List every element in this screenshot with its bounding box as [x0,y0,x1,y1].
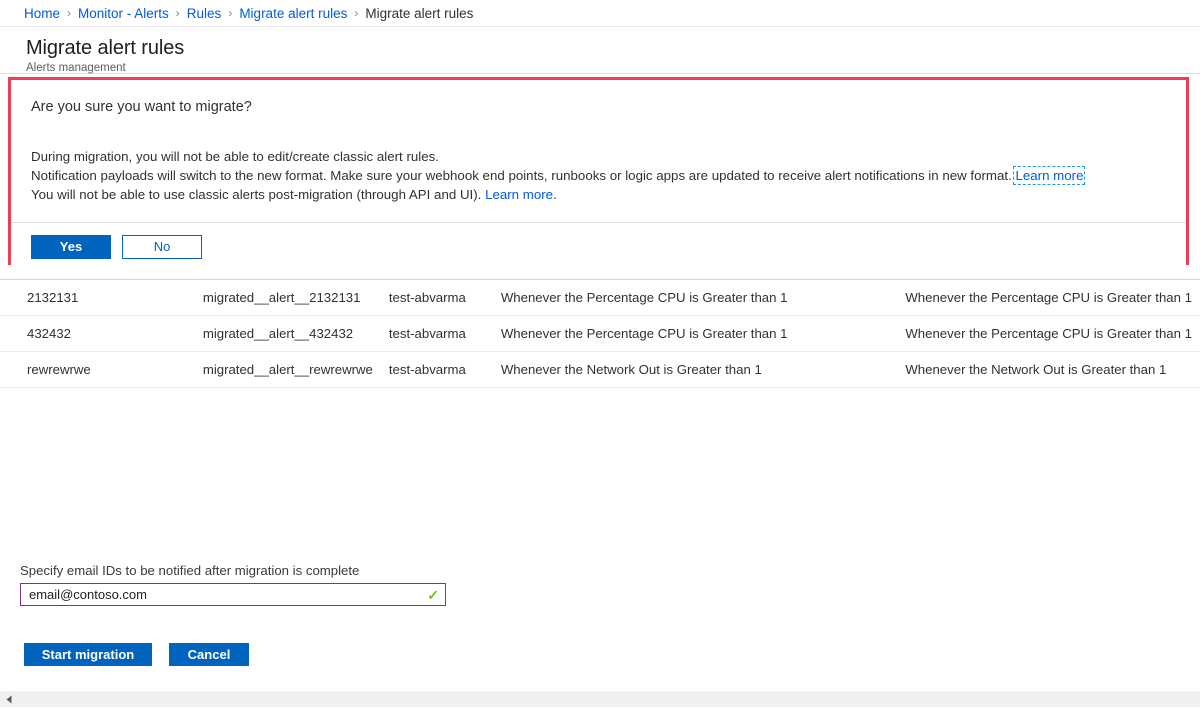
breadcrumb-separator: › [67,6,72,20]
confirm-yes-button[interactable]: Yes [31,235,111,259]
breadcrumb-separator: › [354,6,359,20]
cell-new-condition: Whenever the Percentage CPU is Greater t… [897,315,1200,352]
breadcrumb-separator: › [228,6,233,20]
notification-email-block: Specify email IDs to be notified after m… [20,562,448,606]
cell-migrated-name: migrated__alert__432432 [194,315,381,352]
cell-condition: Whenever the Network Out is Greater than… [492,351,898,388]
alert-rules-table-header: Name Migrated name Resource group Condit… [0,265,1200,280]
table-row[interactable]: 432432 migrated__alert__432432 test-abva… [0,315,1200,352]
confirm-line-3-text: You will not be able to use classic aler… [31,187,486,202]
page-title: Migrate alert rules [26,37,185,59]
confirm-line-3: You will not be able to use classic aler… [31,185,1166,204]
confirm-line-3-suffix: . [553,187,557,202]
table-row[interactable]: rewrewrwe migrated__alert__rewrewrwe tes… [0,351,1200,388]
column-header-new-condition: New condition [897,265,1200,280]
page-header: Migrate alert rules Alerts management [0,27,1200,74]
breadcrumb-item-home[interactable]: Home [24,6,60,21]
breadcrumb-separator: › [175,6,180,20]
start-migration-button[interactable]: Start migration [24,643,152,666]
page-subtitle: Alerts management [26,62,126,74]
cell-new-condition: Whenever the Network Out is Greater than… [897,351,1200,388]
alert-rules-table-body: 2132131 migrated__alert__2132131 test-ab… [0,279,1200,388]
cell-name: rewrewrwe [0,351,195,388]
breadcrumb-item-monitor-alerts[interactable]: Monitor - Alerts [78,6,169,21]
column-header-migrated-name: Migrated name [194,265,381,280]
scroll-left-arrow-icon[interactable] [0,691,17,708]
cell-condition: Whenever the Percentage CPU is Greater t… [492,279,898,316]
scroll-track[interactable] [17,691,1200,708]
horizontal-scrollbar[interactable] [0,690,1200,707]
cell-resource-group: test-abvarma [380,315,493,352]
column-header-resource-group: Resource group [380,265,493,280]
confirm-line-1: During migration, you will not be able t… [31,147,1166,166]
confirm-question: Are you sure you want to migrate? [31,99,252,115]
valid-check-icon: ✓ [427,586,439,603]
cancel-button[interactable]: Cancel [169,643,249,666]
learn-more-link-payloads[interactable]: Learn more [1013,166,1086,185]
confirm-line-1-text: During migration, you will not be able t… [31,149,439,164]
breadcrumb: Home › Monitor - Alerts › Rules › Migrat… [0,0,1200,27]
column-header-condition: Condition [492,265,898,280]
migration-confirm-panel: Are you sure you want to migrate? During… [8,77,1189,275]
cell-name: 2132131 [0,279,195,316]
confirm-panel-body: Are you sure you want to migrate? During… [11,80,1186,222]
cell-name: 432432 [0,315,195,352]
cell-migrated-name: migrated__alert__rewrewrwe [194,351,381,388]
cell-new-condition: Whenever the Percentage CPU is Greater t… [897,279,1200,316]
breadcrumb-item-rules[interactable]: Rules [187,6,222,21]
confirm-line-2-text: Notification payloads will switch to the… [31,168,1016,183]
column-header-name: Name [0,265,195,280]
cell-condition: Whenever the Percentage CPU is Greater t… [492,315,898,352]
footer-actions: Start migration Cancel [24,643,249,666]
alert-rules-table: Name Migrated name Resource group Condit… [0,265,1200,388]
confirm-details: During migration, you will not be able t… [31,147,1166,204]
cell-resource-group: test-abvarma [380,351,493,388]
confirm-line-2: Notification payloads will switch to the… [31,166,1166,185]
confirm-no-button[interactable]: No [122,235,202,259]
notification-email-input[interactable] [21,584,445,605]
breadcrumb-item-current: Migrate alert rules [365,5,474,21]
cell-resource-group: test-abvarma [380,279,493,316]
table-header-row: Name Migrated name Resource group Condit… [0,265,1200,280]
breadcrumb-item-migrate-alert-rules[interactable]: Migrate alert rules [239,6,347,21]
cell-migrated-name: migrated__alert__2132131 [194,279,381,316]
learn-more-link-classic-alerts[interactable]: Learn more [485,187,553,202]
table-row[interactable]: 2132131 migrated__alert__2132131 test-ab… [0,279,1200,316]
notification-email-label: Specify email IDs to be notified after m… [20,563,360,578]
notification-email-input-wrapper[interactable]: ✓ [20,583,446,606]
